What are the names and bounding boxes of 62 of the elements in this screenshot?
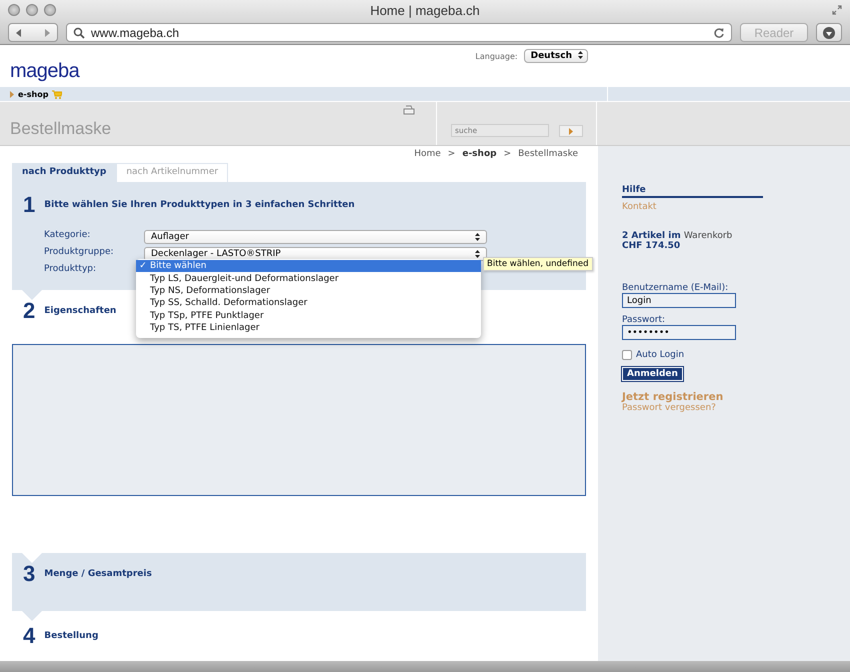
step-number: 2 <box>23 298 36 324</box>
reload-icon[interactable] <box>713 26 725 38</box>
menu-option[interactable]: ✓ Bitte wählen <box>136 260 481 272</box>
updown-arrows-icon <box>578 51 583 59</box>
menu-option[interactable]: Typ TS, PTFE Linienlager <box>136 322 481 334</box>
arrow-icon <box>10 90 14 98</box>
cart-total: CHF 174.50 <box>622 241 682 251</box>
nav-link[interactable]: e-shop <box>18 90 48 98</box>
breadcrumb-separator: > <box>504 149 512 161</box>
search-button[interactable] <box>559 125 583 137</box>
section-heading: Hilfe <box>622 185 763 198</box>
window-title: Home | mageba.ch <box>370 3 480 18</box>
checkbox-label[interactable]: Auto Login <box>636 350 684 360</box>
step-pointer-icon <box>22 553 42 563</box>
download-icon <box>822 26 836 40</box>
fullscreen-icon[interactable] <box>832 5 842 15</box>
menu-option[interactable]: Typ SS, Schalld. Deformationslager <box>136 297 481 310</box>
field-label: Benutzername (E-Mail): <box>622 283 728 293</box>
password-field[interactable]: •••••••• <box>622 325 736 340</box>
menu-option[interactable]: Typ LS, Dauergleit-und Deformationslager <box>136 272 481 285</box>
step-number: 4 <box>23 623 36 649</box>
field-label: Kategorie: <box>44 230 90 242</box>
logo[interactable]: mageba <box>10 60 80 83</box>
page-title: Bestellmaske <box>10 119 112 139</box>
field-label: Produktgruppe: <box>44 247 114 259</box>
breadcrumb-separator: > <box>448 149 456 161</box>
menu-option[interactable]: Typ TSp, PTFE Punktlager <box>136 310 481 322</box>
step-title: Eigenschaften <box>44 306 116 316</box>
printer-icon[interactable] <box>403 105 415 115</box>
cart-count: 2 Artikel im <box>622 231 681 241</box>
step-title: Bitte wählen Sie Ihren Produkttypen in 3 einfachen Schritten <box>44 200 355 210</box>
menu-option[interactable]: Typ NS, Deformationslager <box>136 284 481 298</box>
back-forward-buttons[interactable] <box>8 23 58 42</box>
step-title: Bestellung <box>44 631 98 641</box>
tooltip: Bitte wählen, undefined <box>483 257 592 271</box>
breadcrumb-link[interactable]: Bestellmaske <box>518 149 578 163</box>
language-select[interactable]: Deutsch <box>524 49 588 63</box>
username-field[interactable]: Login <box>622 293 736 308</box>
step-number: 3 <box>23 561 36 587</box>
breadcrumb-link[interactable]: e-shop <box>462 149 497 163</box>
select-field[interactable]: Auflager <box>144 230 487 244</box>
checkbox[interactable] <box>622 350 632 360</box>
step-number: 1 <box>23 192 36 218</box>
downloads-button[interactable] <box>816 23 842 42</box>
search-icon <box>73 26 85 38</box>
language-label: Language: <box>475 52 518 60</box>
window-zoom-button[interactable] <box>44 4 56 16</box>
step-title: Menge / Gesamtpreis <box>44 569 152 579</box>
url-text: www.mageba.ch <box>91 26 180 40</box>
address-bar[interactable]: www.mageba.ch <box>66 23 732 42</box>
window-minimize-button[interactable] <box>26 4 38 16</box>
field-label: Produkttyp: <box>44 264 96 276</box>
cart-link[interactable]: Warenkorb <box>684 231 732 241</box>
window-close-button[interactable] <box>8 4 20 16</box>
field-label: Passwort: <box>622 315 666 325</box>
updown-arrows-icon <box>475 233 480 241</box>
tab[interactable]: nach Produkttyp <box>12 163 116 182</box>
cart-icon <box>52 90 62 98</box>
arrow-icon <box>569 128 573 134</box>
updown-arrows-icon <box>475 250 480 258</box>
breadcrumb-link[interactable]: Home <box>414 149 441 163</box>
login-button[interactable]: Anmelden <box>622 367 683 381</box>
